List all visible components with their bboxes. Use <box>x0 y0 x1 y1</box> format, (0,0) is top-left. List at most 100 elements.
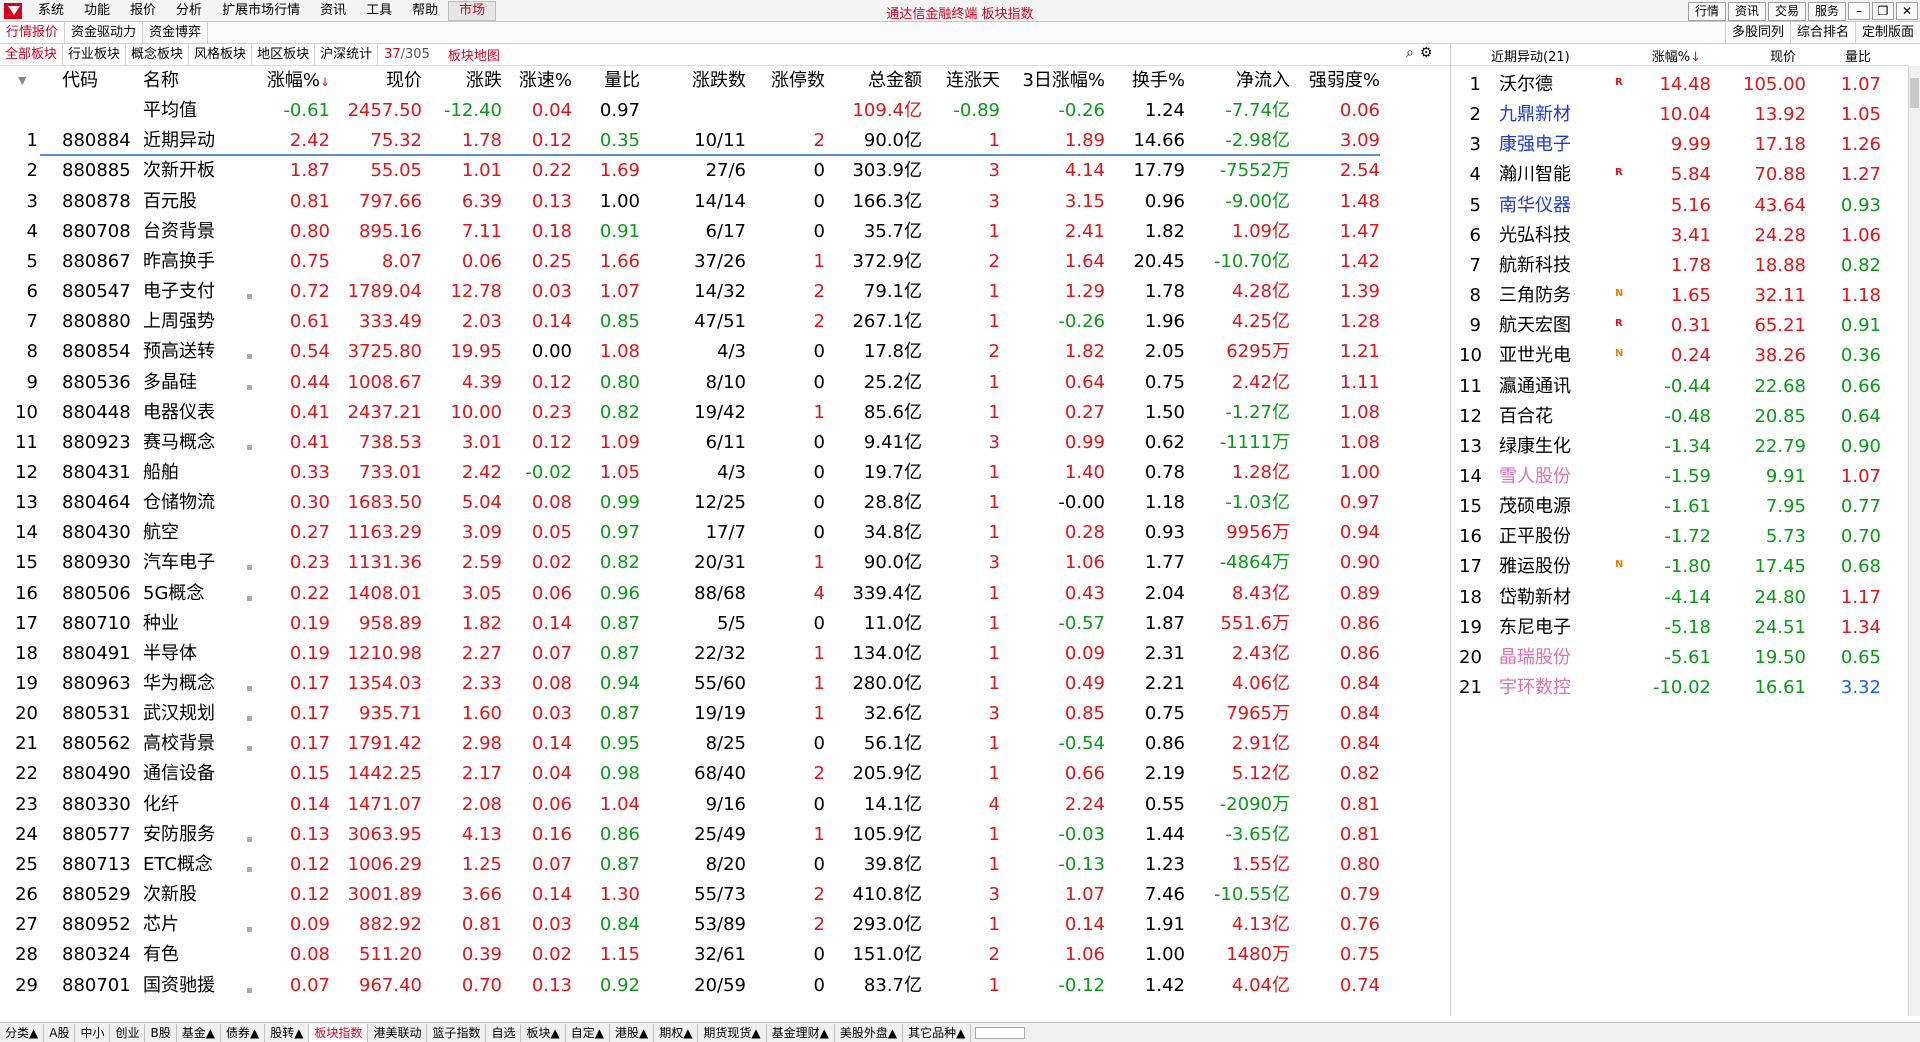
search-icon[interactable]: ⌕ <box>1406 45 1414 61</box>
view-tab-2[interactable]: 资金博弈 <box>143 22 209 43</box>
menu-item-6[interactable]: 工具 <box>356 0 402 22</box>
panel-row[interactable]: 6 光弘科技 3.41 24.28 1.06 <box>1451 221 1909 251</box>
bottom-tab-6[interactable]: 债券▲ <box>221 1023 266 1042</box>
panel-header-1[interactable]: 现价 <box>1716 46 1796 65</box>
panel-row[interactable]: 9 航天宏图 R 0.31 65.21 0.91 <box>1451 311 1909 341</box>
panel-row[interactable]: 21 宇环数控 -10.02 16.61 3.32 <box>1451 673 1909 703</box>
menu-item-2[interactable]: 报价 <box>120 0 166 22</box>
panel-stock-name[interactable]: 九鼎新材 <box>1499 100 1571 130</box>
sector-tab-0[interactable]: 全部板块 <box>0 44 64 65</box>
table-row[interactable]: 6 880547 电子支付 0.72 1789.04 12.78 0.03 1.07 14/32… <box>0 277 1450 307</box>
header-chg[interactable]: 涨跌 <box>430 66 502 96</box>
panel-row[interactable]: 1 沃尔德 R 14.48 105.00 1.07 <box>1451 70 1909 100</box>
table-row[interactable]: 19 880963 华为概念 0.17 1354.03 2.33 0.08 0.94 55/60… <box>0 669 1450 699</box>
menu-market[interactable]: 市场 <box>448 0 497 21</box>
bottom-tab-15[interactable]: 期权▲ <box>654 1023 699 1042</box>
header-chg_pct[interactable]: 涨幅%↓ <box>255 66 330 97</box>
panel-row[interactable]: 14 雪人股份 -1.59 9.91 1.07 <box>1451 462 1909 492</box>
header-chg3[interactable]: 3日涨幅% <box>1010 66 1105 96</box>
menu-item-7[interactable]: 帮助 <box>402 0 448 22</box>
table-row[interactable]: 10 880448 电器仪表 0.41 2437.21 10.00 0.23 0.82 19/4… <box>0 398 1450 428</box>
panel-row[interactable]: 18 岱勒新材 -4.14 24.80 1.17 <box>1451 583 1909 613</box>
panel-row[interactable]: 17 雅运股份 N -1.80 17.45 0.68 <box>1451 552 1909 582</box>
panel-stock-name[interactable]: 航新科技 <box>1499 251 1571 281</box>
menu-item-5[interactable]: 资讯 <box>310 0 356 22</box>
header-name[interactable]: 名称 <box>143 66 243 96</box>
bottom-tab-10[interactable]: 篮子指数 <box>427 1023 487 1042</box>
header-strength[interactable]: 强弱度% <box>1295 66 1380 96</box>
panel-stock-name[interactable]: 康强电子 <box>1499 130 1571 160</box>
bottom-tab-3[interactable]: 创业 <box>110 1023 146 1042</box>
sector-tab-5[interactable]: 沪深统计 <box>315 44 379 65</box>
panel-stock-name[interactable]: 亚世光电 <box>1499 341 1571 371</box>
menu-item-1[interactable]: 功能 <box>74 0 120 22</box>
header-updown[interactable]: 涨跌数 <box>660 66 746 96</box>
header-turnover[interactable]: 换手% <box>1110 66 1185 96</box>
menu-item-0[interactable]: 系统 <box>28 0 74 22</box>
sector-tab-4[interactable]: 地区板块 <box>252 44 316 65</box>
panel-stock-name[interactable]: 瀚川智能 <box>1499 160 1571 190</box>
table-row[interactable]: 18 880491 半导体 0.19 1210.98 2.27 0.07 0.87 22/32 1… <box>0 639 1450 669</box>
table-row[interactable]: 4 880708 台资背景 0.80 895.16 7.11 0.18 0.91 6/17 0 35… <box>0 217 1450 247</box>
panel-stock-name[interactable]: 南华仪器 <box>1499 191 1571 221</box>
panel-row[interactable]: 7 航新科技 1.78 18.88 0.82 <box>1451 251 1909 281</box>
table-row[interactable]: 22 880490 通信设备 0.15 1442.25 2.17 0.04 0.98 68/40… <box>0 759 1450 789</box>
panel-header-2[interactable]: 量比 <box>1811 46 1871 65</box>
table-row[interactable]: 5 880867 昨高换手 0.75 8.07 0.06 0.25 1.66 37/26 1 372… <box>0 247 1450 277</box>
table-row[interactable]: 28 880324 有色 0.08 511.20 0.39 0.02 1.15 32/61 0 15… <box>0 940 1450 970</box>
panel-row[interactable]: 10 亚世光电 N 0.24 38.26 0.36 <box>1451 341 1909 371</box>
table-row[interactable]: 16 880506 5G概念 0.22 1408.01 3.05 0.06 0.96 88/68… <box>0 579 1450 609</box>
layout-tab-2[interactable]: 定制版面 <box>1854 22 1920 43</box>
header-price[interactable]: 现价 <box>340 66 422 96</box>
panel-stock-name[interactable]: 岱勒新材 <box>1499 583 1571 613</box>
header-inflow[interactable]: 净流入 <box>1190 66 1290 96</box>
view-tab-0[interactable]: 行情报价 <box>0 22 66 43</box>
table-row[interactable]: 24 880577 安防服务 0.13 3063.95 4.13 0.16 0.86 25/49… <box>0 820 1450 850</box>
bottom-tab-17[interactable]: 基金理财▲ <box>767 1023 835 1042</box>
panel-header-0[interactable]: 涨幅%↓ <box>1621 46 1701 65</box>
table-row[interactable]: 2 880885 次新开板 1.87 55.05 1.01 0.22 1.69 27/6 0 303… <box>0 156 1450 186</box>
bottom-tab-0[interactable]: 分类▲ <box>0 1023 45 1042</box>
bottom-tab-2[interactable]: 中小 <box>75 1023 111 1042</box>
panel-row[interactable]: 2 九鼎新材 10.04 13.92 1.05 <box>1451 100 1909 130</box>
panel-row[interactable]: 11 瀛通通讯 -0.44 22.68 0.66 <box>1451 372 1909 402</box>
panel-stock-name[interactable]: 雪人股份 <box>1499 462 1571 492</box>
panel-stock-name[interactable]: 正平股份 <box>1499 522 1571 552</box>
bottom-tab-8[interactable]: 板块指数 <box>309 1023 369 1042</box>
panel-row[interactable]: 20 晶瑞股份 -5.61 19.50 0.65 <box>1451 643 1909 673</box>
panel-stock-name[interactable]: 绿康生化 <box>1499 432 1571 462</box>
layout-tab-0[interactable]: 多股同列 <box>1724 22 1790 43</box>
header-code[interactable]: 代码 <box>62 66 142 96</box>
bottom-tab-12[interactable]: 板块▲ <box>521 1023 566 1042</box>
gear-icon[interactable]: ⚙ <box>1420 45 1433 61</box>
table-row[interactable]: 11 880923 赛马概念 0.41 738.53 3.01 0.12 1.09 6/11 0 9… <box>0 428 1450 458</box>
bottom-tab-1[interactable]: A股 <box>44 1023 76 1042</box>
panel-title[interactable]: 近期异动(21) <box>1491 46 1570 65</box>
table-row[interactable]: 3 880878 百元股 0.81 797.66 6.39 0.13 1.00 14/14 0 16… <box>0 187 1450 217</box>
bottom-tab-18[interactable]: 美股外盘▲ <box>835 1023 904 1042</box>
header-vol_ratio[interactable]: 量比 <box>578 66 640 96</box>
view-tab-1[interactable]: 资金驱动力 <box>65 22 144 43</box>
table-row[interactable]: 1 880884 近期异动 2.42 75.32 1.78 0.12 0.35 10/11 2 90… <box>0 126 1450 156</box>
panel-row[interactable]: 19 东尼电子 -5.18 24.51 1.34 <box>1451 613 1909 643</box>
sort-arrow-icon[interactable]: ▼ <box>18 66 26 96</box>
bottom-tab-5[interactable]: 基金▲ <box>177 1023 221 1042</box>
vertical-scrollbar[interactable] <box>1908 66 1920 1016</box>
panel-row[interactable]: 8 三角防务 N 1.65 32.11 1.18 <box>1451 281 1909 311</box>
panel-row[interactable]: 12 百合花 -0.48 20.85 0.64 <box>1451 402 1909 432</box>
table-row[interactable]: 29 880701 国资驰援 0.07 967.40 0.70 0.13 0.92 20/59 0… <box>0 971 1450 1001</box>
table-row[interactable]: 9 880536 多晶硅 0.44 1008.67 4.39 0.12 0.80 8/10 0 25… <box>0 368 1450 398</box>
panel-stock-name[interactable]: 三角防务 <box>1499 281 1571 311</box>
panel-stock-name[interactable]: 晶瑞股份 <box>1499 643 1571 673</box>
table-row[interactable]: 12 880431 船舶 0.33 733.01 2.42 -0.02 1.05 4/3 0 19.… <box>0 458 1450 488</box>
horizontal-scrollbar[interactable] <box>975 1026 1026 1039</box>
sector-tab-3[interactable]: 风格板块 <box>189 44 253 65</box>
bottom-tab-11[interactable]: 自选 <box>486 1023 522 1042</box>
table-row[interactable]: 8 880854 预高送转 0.54 3725.80 19.95 0.00 1.08 4/3 0 1… <box>0 337 1450 367</box>
panel-stock-name[interactable]: 光弘科技 <box>1499 221 1571 251</box>
table-row[interactable]: 17 880710 种业 0.19 958.89 1.82 0.14 0.87 5/5 0 11.0… <box>0 609 1450 639</box>
panel-row[interactable]: 16 正平股份 -1.72 5.73 0.70 <box>1451 522 1909 552</box>
bottom-tab-14[interactable]: 港股▲ <box>610 1023 655 1042</box>
panel-row[interactable]: 4 瀚川智能 R 5.84 70.88 1.27 <box>1451 160 1909 190</box>
panel-stock-name[interactable]: 百合花 <box>1499 402 1553 432</box>
